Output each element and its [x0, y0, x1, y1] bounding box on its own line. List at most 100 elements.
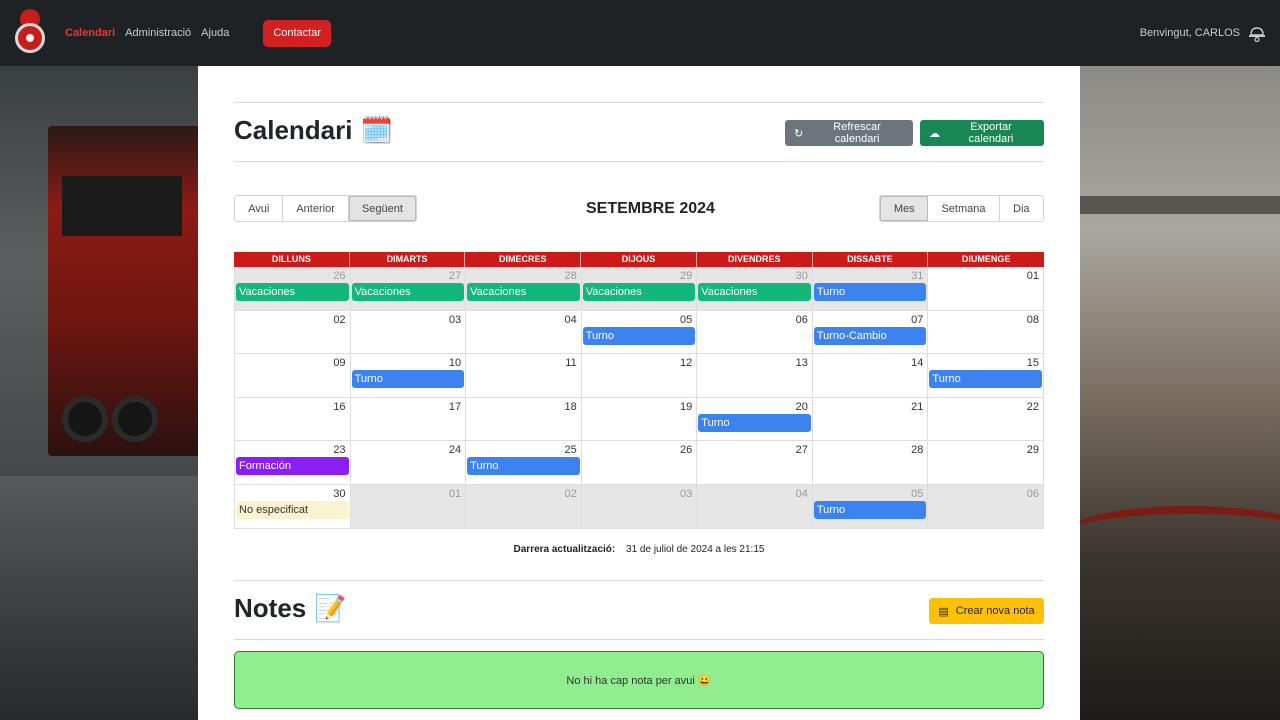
previous-button[interactable]: Anterior — [283, 196, 349, 221]
weekday-label: DIMECRES — [465, 252, 582, 267]
calendar-day-cell[interactable]: 02 — [235, 310, 351, 355]
calendar-event[interactable]: Turno-Cambio — [813, 326, 927, 345]
calendar-day-cell[interactable]: 22 — [928, 397, 1044, 442]
day-number: 11 — [565, 357, 577, 370]
calendar-day-cell[interactable]: 19 — [581, 397, 698, 442]
create-note-button[interactable]: ▤ Crear nova nota — [929, 598, 1044, 624]
calendar-event[interactable]: Turno — [698, 413, 811, 432]
day-number: 29 — [1026, 444, 1039, 457]
calendar-event[interactable]: Turno — [351, 370, 465, 389]
view-month-button[interactable]: Mes — [880, 196, 929, 221]
view-day-button[interactable]: Dia — [999, 196, 1043, 221]
calendar-day-cell[interactable]: 31 Turno — [812, 267, 929, 311]
day-number: 30 — [333, 487, 346, 500]
day-number: 22 — [1026, 400, 1039, 413]
calendar-event[interactable]: Vacaciones — [351, 283, 465, 301]
refresh-calendar-button[interactable]: ↻ Refrescar calendari — [785, 120, 913, 146]
calendar-day-cell[interactable]: 08 — [928, 310, 1044, 355]
calendar-day-cell[interactable]: 16 — [235, 397, 351, 442]
calendar-event[interactable]: Turno — [929, 370, 1042, 389]
day-number: 26 — [680, 444, 693, 457]
day-number: 21 — [911, 400, 924, 413]
calendar-day-cell[interactable]: 17 — [350, 397, 467, 442]
calendar-day-cell[interactable]: 18 — [466, 397, 582, 442]
calendar-day-cell[interactable]: 04 — [466, 310, 582, 355]
calendar-day-cell[interactable]: 13 — [697, 354, 813, 398]
calendar-day-cell[interactable]: 03 — [581, 484, 698, 529]
firefighter-helmet-icon[interactable] — [1248, 24, 1266, 42]
user-menu[interactable]: Benvingut, CARLOS — [1140, 24, 1266, 42]
calendar-event[interactable]: No especificat — [236, 500, 349, 519]
calendar-day-cell[interactable]: 05 Turno — [581, 310, 698, 355]
calendar-day-cell[interactable]: 01 — [928, 267, 1044, 311]
day-number: 18 — [564, 400, 577, 413]
day-number: 24 — [448, 444, 462, 457]
memo-emoji-icon: 📝 — [314, 593, 347, 623]
calendar-day-cell[interactable]: 28 — [812, 441, 929, 485]
calendar-day-cell[interactable]: 14 — [812, 354, 929, 398]
calendar-day-cell[interactable]: 24 — [350, 441, 467, 485]
create-note-label: Crear nova nota — [955, 605, 1035, 617]
calendar-day-cell[interactable]: 28 Vacaciones — [466, 267, 582, 311]
day-number: 01 — [1026, 270, 1039, 282]
calendar-day-cell[interactable]: 29 Vacaciones — [581, 267, 698, 311]
calendar-day-cell[interactable]: 27 — [697, 441, 813, 485]
calendar-day-cell[interactable]: 10 Turno — [350, 354, 467, 398]
day-number: 25 — [564, 444, 577, 457]
calendar-day-cell[interactable]: 06 — [928, 484, 1044, 529]
calendar-day-cell[interactable]: 12 — [581, 354, 698, 398]
calendar-day-cell[interactable]: 30 Vacaciones — [697, 267, 813, 311]
calendar-day-cell[interactable]: 20 Turno — [697, 397, 813, 442]
calendar-event[interactable]: Vacaciones — [236, 283, 349, 301]
calendar-day-cell[interactable]: 04 — [697, 484, 813, 529]
main-panel: Calendari 🗓️ ↻ Refrescar calendari ☁ Exp… — [198, 66, 1080, 720]
calendar-event[interactable]: Formación — [236, 457, 349, 476]
calendar-day-cell[interactable]: 26 Vacaciones — [235, 267, 351, 311]
calendar-day-cell[interactable]: 26 — [581, 441, 698, 485]
calendar-day-cell[interactable]: 23 Formación — [235, 441, 351, 485]
calendar-event[interactable]: Vacaciones — [467, 283, 580, 301]
nav-link-ajuda[interactable]: Ajuda — [201, 27, 229, 39]
day-number: 30 — [795, 270, 808, 282]
calendar-day-cell[interactable]: 25 Turno — [466, 441, 582, 485]
fire-department-logo-icon[interactable] — [14, 4, 46, 57]
calendar-event[interactable]: Vacaciones — [698, 283, 811, 301]
calendar-day-cell[interactable]: 05 Turno — [812, 484, 929, 529]
calendar-day-cell[interactable]: 29 — [928, 441, 1044, 485]
calendar-header: Calendari 🗓️ ↻ Refrescar calendari ☁ Exp… — [234, 102, 1044, 162]
calendar-event[interactable]: Turno — [467, 457, 580, 476]
export-calendar-button[interactable]: ☁ Exportar calendari — [920, 120, 1044, 146]
calendar-event[interactable]: Turno — [813, 500, 927, 519]
day-number: 03 — [680, 487, 693, 500]
weekday-label: DIVENDRES — [697, 252, 813, 267]
calendar-day-cell[interactable]: 02 — [466, 484, 582, 529]
calendar-day-cell[interactable]: 03 — [350, 310, 467, 355]
calendar-day-cell[interactable]: 30 No especificat — [235, 484, 351, 529]
calendar-day-cell[interactable]: 11 — [466, 354, 582, 398]
next-button[interactable]: Següent — [348, 196, 416, 221]
calendar-day-cell[interactable]: 15 Turno — [928, 354, 1044, 398]
day-number: 13 — [795, 357, 808, 370]
day-number: 23 — [333, 444, 346, 457]
calendar-day-cell[interactable]: 01 — [350, 484, 467, 529]
view-week-button[interactable]: Setmana — [928, 196, 1000, 221]
calendar-day-cell[interactable]: 06 — [697, 310, 813, 355]
today-button[interactable]: Avui — [235, 196, 284, 221]
day-number: 04 — [564, 313, 577, 326]
calendar-day-cell[interactable]: 21 — [812, 397, 929, 442]
calendar-event[interactable]: Turno — [582, 326, 696, 345]
weekday-label: DIMARTS — [350, 252, 466, 267]
weekday-header: DILLUNS DIMARTS DIMECRES DIJOUS DIVENDRES DIS… — [234, 252, 1044, 267]
calendar-day-cell[interactable]: 09 — [235, 354, 351, 398]
nav-link-calendari[interactable]: Calendari — [65, 27, 115, 39]
calendar-event[interactable]: Vacaciones — [582, 283, 696, 301]
contact-button[interactable]: Contactar — [263, 19, 332, 47]
calendar-event[interactable]: Turno — [813, 283, 927, 301]
last-update: Darrera actualització: 31 de juliol de 2… — [198, 544, 1080, 555]
day-number: 10 — [448, 357, 462, 370]
calendar-day-cell[interactable]: 27 Vacaciones — [350, 267, 467, 311]
calendar-day-cell[interactable]: 07 Turno-Cambio — [812, 310, 929, 355]
nav-link-administracio[interactable]: Administració — [125, 27, 191, 39]
export-calendar-label: Exportar calendari — [968, 121, 1014, 145]
day-number: 03 — [448, 313, 462, 326]
